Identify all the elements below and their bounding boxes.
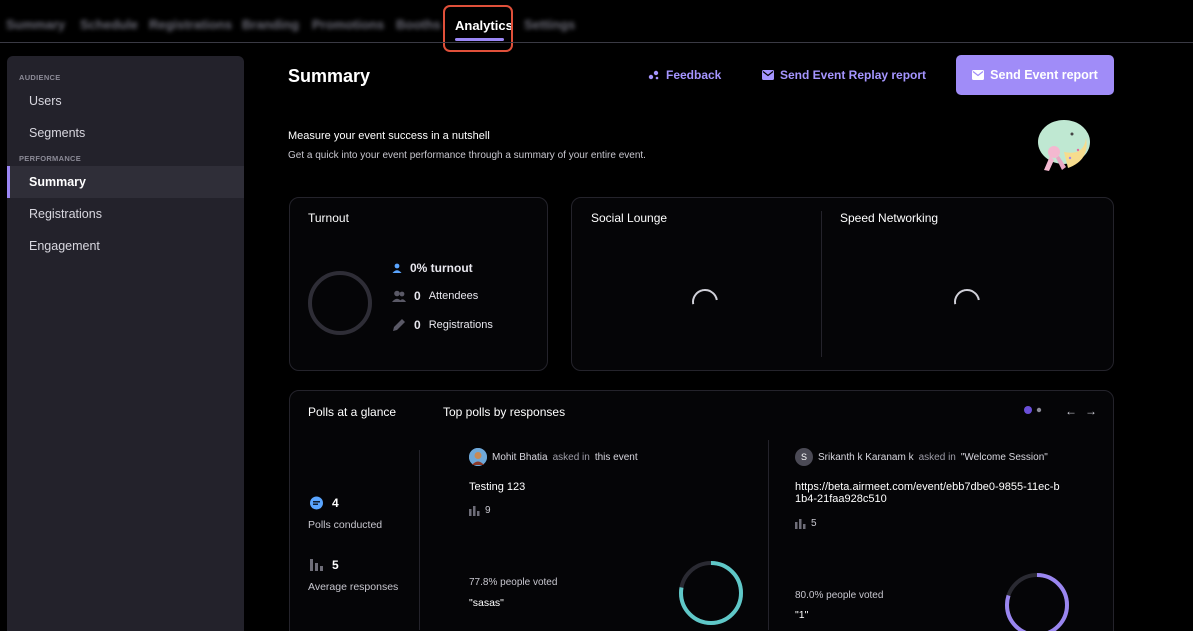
poll-response-count: 5 bbox=[795, 518, 817, 529]
speed-networking-title: Speed Networking bbox=[840, 211, 939, 225]
poll-question: https://beta.airmeet.com/event/ebb7dbe0-… bbox=[795, 481, 1060, 505]
polls-conducted-count: 4 bbox=[332, 496, 339, 510]
bar-chart-icon bbox=[310, 559, 323, 571]
poll-response-value: 9 bbox=[485, 505, 491, 516]
attendees-label: Attendees bbox=[428, 290, 479, 302]
poll-question: Testing 123 bbox=[469, 481, 526, 493]
prev-arrow-icon[interactable]: ← bbox=[1065, 404, 1077, 418]
tab-schedule[interactable]: Schedule bbox=[80, 17, 138, 32]
top-navigation: Summary Schedule Registrations Branding … bbox=[0, 0, 1193, 52]
poll-voted-percent: 80.0% people voted bbox=[795, 590, 884, 601]
poll-author-row: Mohit Bhatia asked in this event bbox=[469, 448, 638, 466]
sidebar-section-performance: PERFORMANCE bbox=[19, 154, 82, 163]
send-replay-report-link[interactable]: Send Event Replay report bbox=[762, 68, 926, 82]
social-lounge-title: Social Lounge bbox=[591, 211, 668, 225]
poll-author-name: Srikanth k Karanam k bbox=[818, 451, 914, 463]
carousel-pagination-icon bbox=[1024, 406, 1042, 414]
sidebar: AUDIENCE Users Segments PERFORMANCE Summ… bbox=[7, 56, 244, 631]
event-report-label: Send Event report bbox=[990, 68, 1098, 82]
next-arrow-icon[interactable]: → bbox=[1085, 404, 1097, 418]
replay-report-label: Send Event Replay report bbox=[780, 68, 927, 82]
sidebar-item-summary[interactable]: Summary bbox=[7, 166, 244, 198]
lounge-divider bbox=[821, 211, 822, 357]
page-title: Summary bbox=[288, 66, 371, 86]
poll-asked-in: asked in bbox=[552, 451, 590, 463]
intro-subtext: Get a quick into your event performance … bbox=[288, 150, 646, 161]
poll-voted-percent: 77.8% people voted bbox=[469, 577, 558, 588]
pencil-icon bbox=[393, 319, 405, 331]
sidebar-item-segments[interactable]: Segments bbox=[7, 117, 244, 149]
poll-response-count: 9 bbox=[469, 505, 491, 516]
turnout-title: Turnout bbox=[308, 211, 349, 225]
mail-icon bbox=[972, 70, 985, 80]
bar-chart-icon bbox=[469, 505, 480, 516]
polls-title: Polls at a glance bbox=[308, 405, 397, 419]
turnout-stat: 0% turnout bbox=[392, 261, 473, 275]
average-responses-label: Average responses bbox=[308, 581, 399, 593]
poll-author-row: S Srikanth k Karanam k asked in "Welcome… bbox=[795, 448, 1048, 466]
avatar bbox=[469, 448, 487, 466]
poll-top-option: "sasas" bbox=[469, 597, 504, 609]
nav-divider bbox=[0, 42, 1193, 43]
poll-progress-ring bbox=[1005, 573, 1069, 631]
bar-chart-icon bbox=[795, 518, 806, 529]
feedback-icon bbox=[648, 70, 659, 80]
polls-divider-middle bbox=[768, 440, 769, 630]
average-responses-count: 5 bbox=[332, 558, 339, 572]
intro-heading: Measure your event success in a nutshell bbox=[288, 130, 490, 142]
poll-location: this event bbox=[594, 451, 638, 463]
tab-summary[interactable]: Summary bbox=[6, 17, 65, 32]
poll-asked-in: asked in bbox=[918, 451, 956, 463]
tab-settings[interactable]: Settings bbox=[524, 17, 575, 32]
avatar: S bbox=[795, 448, 813, 466]
sidebar-item-registrations[interactable]: Registrations bbox=[7, 198, 244, 230]
feedback-label: Feedback bbox=[666, 68, 722, 82]
poll-top-option: "1" bbox=[795, 609, 809, 621]
mail-icon bbox=[762, 70, 774, 80]
chat-icon bbox=[310, 496, 323, 510]
poll-author-name: Mohit Bhatia bbox=[492, 451, 548, 463]
user-icon bbox=[392, 263, 402, 273]
sidebar-section-audience: AUDIENCE bbox=[19, 73, 61, 82]
highlight-annotation bbox=[443, 5, 513, 52]
poll-location: "Welcome Session" bbox=[960, 451, 1048, 463]
polls-conducted-label: Polls conducted bbox=[308, 519, 383, 531]
feedback-link[interactable]: Feedback bbox=[648, 68, 721, 82]
sidebar-item-engagement[interactable]: Engagement bbox=[7, 230, 244, 262]
poll-response-value: 5 bbox=[811, 518, 817, 529]
registrations-stat: 0 Registrations bbox=[392, 318, 493, 332]
avatar-photo-icon bbox=[469, 448, 487, 466]
registrations-label: Registrations bbox=[428, 319, 493, 331]
poll-progress-ring bbox=[679, 561, 743, 625]
turnout-value: 0% turnout bbox=[410, 261, 473, 275]
polls-divider-left bbox=[419, 450, 420, 630]
attendees-stat: 0 Attendees bbox=[392, 289, 478, 303]
send-event-report-button[interactable]: Send Event report bbox=[956, 55, 1114, 95]
illustration bbox=[1038, 120, 1090, 171]
tab-booths[interactable]: Booths bbox=[396, 17, 441, 32]
people-icon bbox=[392, 290, 406, 302]
sidebar-item-users[interactable]: Users bbox=[7, 85, 244, 117]
tab-promotions[interactable]: Promotions bbox=[312, 17, 384, 32]
tab-registrations[interactable]: Registrations bbox=[149, 17, 232, 32]
registrations-count: 0 bbox=[414, 318, 421, 332]
tab-branding[interactable]: Branding bbox=[242, 17, 299, 32]
top-polls-title: Top polls by responses bbox=[443, 405, 566, 419]
attendees-count: 0 bbox=[414, 289, 421, 303]
turnout-ring bbox=[308, 271, 372, 335]
